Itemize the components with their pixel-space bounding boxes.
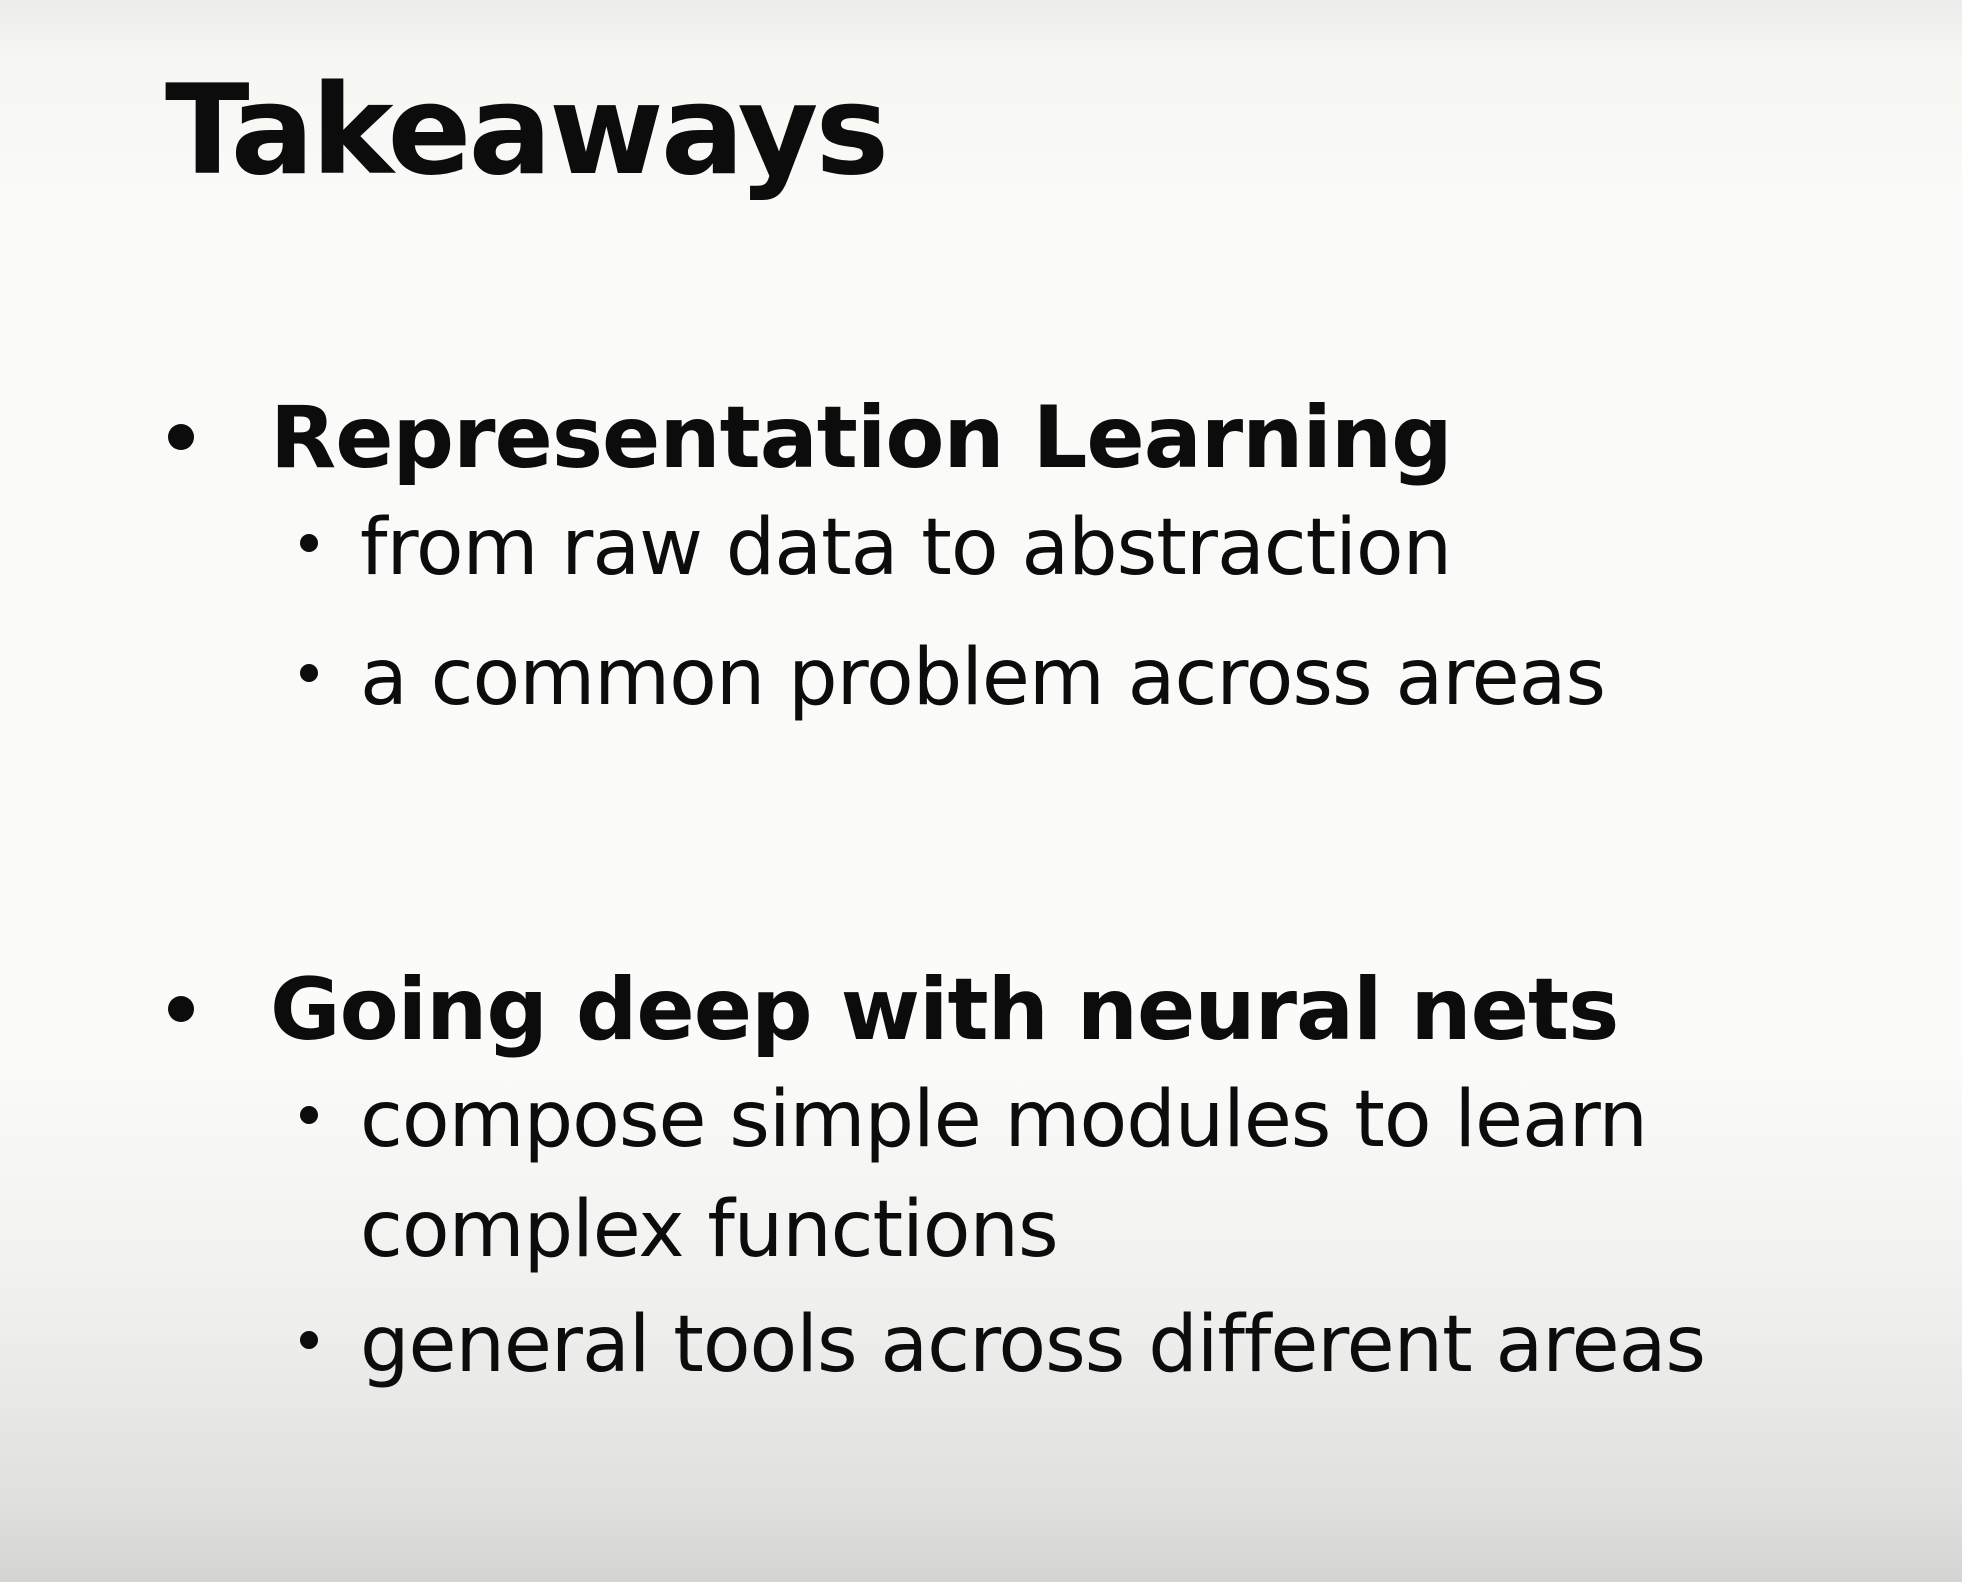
slide: Takeaways Representation Learning from r…: [0, 0, 1962, 1582]
sub-bullet-icon: [300, 1331, 318, 1349]
bullet-icon: [168, 424, 194, 450]
list-item-text: compose simple modules to learn complex …: [360, 1075, 1648, 1275]
section-representation-learning: Representation Learning from raw data to…: [0, 388, 1962, 753]
list-item: from raw data to abstraction: [0, 493, 1962, 623]
section-heading-item: Going deep with neural nets: [0, 960, 1962, 1065]
section-heading: Going deep with neural nets: [270, 960, 1619, 1060]
section-heading-item: Representation Learning: [0, 388, 1962, 493]
slide-title: Takeaways: [165, 59, 889, 203]
sub-bullet-list: compose simple modules to learn complex …: [0, 1065, 1962, 1420]
sub-bullet-icon: [300, 534, 318, 552]
list-item-text: from raw data to abstraction: [360, 503, 1452, 593]
list-item: a common problem across areas: [0, 623, 1962, 753]
sub-bullet-icon: [300, 1106, 318, 1124]
list-item: compose simple modules to learn complex …: [0, 1065, 1962, 1290]
bullet-icon: [168, 996, 194, 1022]
sub-bullet-list: from raw data to abstraction a common pr…: [0, 493, 1962, 753]
section-heading: Representation Learning: [270, 388, 1453, 488]
list-item-text: a common problem across areas: [360, 633, 1606, 723]
section-going-deep: Going deep with neural nets compose simp…: [0, 960, 1962, 1420]
sub-bullet-icon: [300, 664, 318, 682]
list-item-text: general tools across different areas: [360, 1300, 1706, 1390]
list-item: general tools across different areas: [0, 1290, 1962, 1420]
